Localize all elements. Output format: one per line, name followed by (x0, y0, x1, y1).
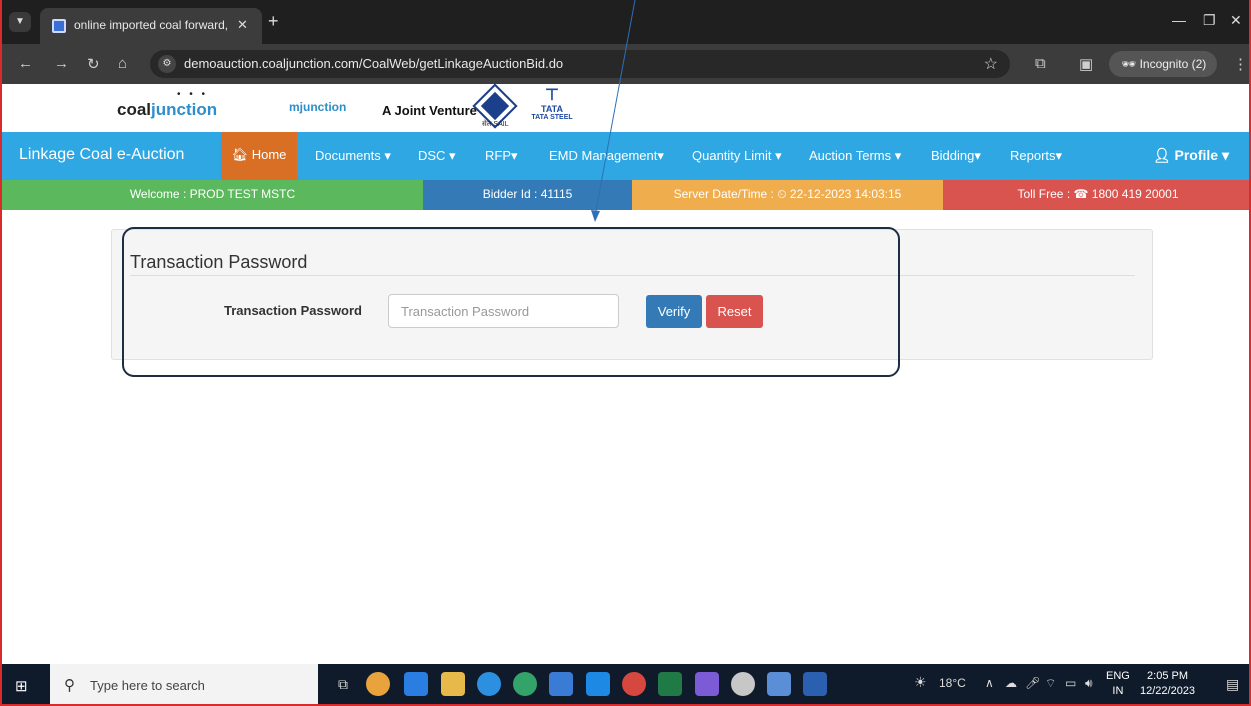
onedrive-icon[interactable]: ☁ (1005, 676, 1017, 690)
store-icon[interactable] (549, 672, 573, 696)
wifi-icon[interactable]: ⌔ (1045, 676, 1056, 691)
weather-icon[interactable]: ☀ (914, 674, 927, 691)
paint-icon[interactable] (731, 672, 755, 696)
weather-temp[interactable]: 18°C (939, 676, 966, 690)
mail-icon[interactable] (586, 672, 610, 696)
teams-icon[interactable] (695, 672, 719, 696)
language-indicator[interactable]: ENG IN (1106, 669, 1130, 699)
battery-icon[interactable]: ▭ (1065, 676, 1076, 690)
chrome-active-icon[interactable] (622, 672, 646, 696)
taskbar-search-placeholder: Type here to search (90, 678, 205, 693)
notification-icon[interactable]: ▤ (1226, 676, 1239, 693)
task-view-icon[interactable]: ⧉ (331, 672, 355, 696)
file-explorer-icon[interactable] (441, 672, 465, 696)
microphone-icon[interactable]: 🎤︎ (1025, 676, 1040, 690)
taskbar-search[interactable]: ⚲ Type here to search (50, 664, 318, 704)
annotation-arrow (591, 0, 636, 222)
outlook-icon[interactable] (404, 672, 428, 696)
volume-icon[interactable]: 🔊︎ (1085, 676, 1093, 691)
word-icon[interactable] (803, 672, 827, 696)
edge-icon[interactable] (513, 672, 537, 696)
tray-chevron-icon[interactable]: ∧ (985, 676, 994, 690)
excel-icon[interactable] (658, 672, 682, 696)
search-icon: ⚲ (64, 677, 75, 694)
taskbar-clock[interactable]: 2:05 PM 12/22/2023 (1140, 669, 1195, 699)
internet-explorer-icon[interactable] (477, 672, 501, 696)
windows-start-icon[interactable]: ⊞ (15, 677, 28, 695)
windows-taskbar: ⊞ ⚲ Type here to search ⧉ ☀ 18°C ∧ ☁ 🎤︎ … (2, 664, 1249, 704)
screen: ▼ online imported coal forward, s ✕ + — … (0, 0, 1251, 706)
chrome-icon[interactable] (366, 672, 390, 696)
notes-icon[interactable] (767, 672, 791, 696)
